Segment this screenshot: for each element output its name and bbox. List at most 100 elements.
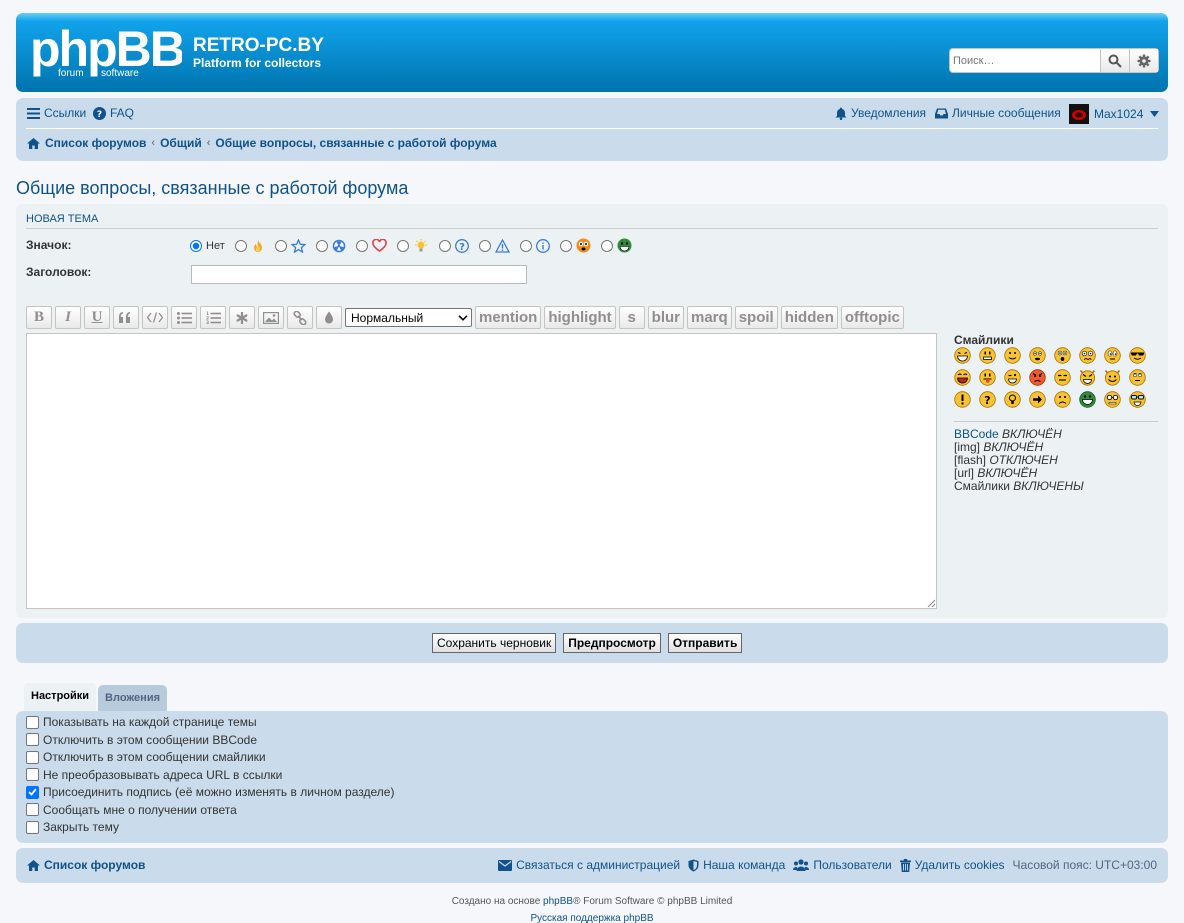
grin-smiley-icon[interactable] [979, 347, 996, 364]
save-draft-button[interactable]: Сохранить черновик [432, 633, 557, 653]
question-smiley-icon[interactable]: ? [979, 391, 996, 408]
user-menu[interactable]: Max1024 [1069, 104, 1160, 124]
icon-radio-star[interactable] [274, 239, 287, 252]
breadcrumb-index[interactable]: Список форумов [45, 136, 146, 150]
sad-smiley-icon[interactable] [1054, 391, 1071, 408]
icon-radio-none[interactable] [190, 239, 202, 252]
highlight-button[interactable]: highlight [544, 306, 616, 329]
footer-index-link[interactable]: Список форумов [27, 858, 145, 872]
option-attach-signature[interactable]: Присоединить подпись (её можно изменять … [26, 785, 394, 799]
font-size-select[interactable]: Нормальный [345, 308, 472, 327]
list-button[interactable] [171, 306, 197, 329]
color-button[interactable] [316, 306, 342, 329]
resize-handle-icon[interactable] [927, 599, 935, 607]
checkbox[interactable] [26, 715, 39, 729]
message-textarea[interactable] [26, 333, 937, 609]
icon-radio-radioactive[interactable] [315, 239, 328, 252]
search-input[interactable] [950, 49, 1100, 72]
icon-radio-question[interactable] [438, 239, 451, 252]
checkbox[interactable] [26, 750, 39, 764]
subject-input[interactable] [191, 265, 527, 284]
nav-notifications[interactable]: Уведомления [835, 106, 926, 120]
option-notify-reply[interactable]: Сообщать мне о получении ответа [26, 803, 394, 817]
phpbb-link[interactable]: phpBB [543, 896, 573, 907]
neutral-smiley-icon[interactable] [1054, 369, 1071, 386]
eyes-smiley-icon[interactable] [1104, 347, 1121, 364]
preview-button[interactable]: Предпросмотр [563, 633, 661, 653]
icon-radio-shocked[interactable] [559, 239, 572, 252]
icon-radio-grin[interactable] [600, 239, 613, 252]
search-button[interactable] [1100, 49, 1129, 72]
quote-button[interactable] [113, 306, 139, 329]
confused-smiley-icon[interactable] [1079, 347, 1096, 364]
checkbox[interactable] [26, 768, 39, 782]
evil-smiley-icon[interactable] [1079, 369, 1096, 386]
checkbox[interactable] [26, 820, 39, 834]
wink-smiley-icon[interactable] [1004, 369, 1021, 386]
checkbox[interactable] [26, 733, 39, 747]
icon-radio-heart[interactable] [355, 239, 368, 252]
italic-button[interactable]: I [55, 306, 81, 329]
marquee-button[interactable]: marq [687, 306, 732, 329]
offtopic-button[interactable]: offtopic [840, 306, 904, 329]
exclaim-smiley-icon[interactable] [954, 391, 971, 408]
shocked-smiley-icon[interactable] [1054, 347, 1071, 364]
option-disable-smilies[interactable]: Отключить в этом сообщении смайлики [26, 750, 394, 764]
smile-smiley-icon[interactable] [1004, 347, 1021, 364]
footer-members-link[interactable]: Пользователи [793, 858, 892, 872]
tab-attachments[interactable]: Вложения [98, 685, 168, 711]
bold-button[interactable]: B [26, 306, 52, 329]
icon-radio-fire[interactable] [234, 239, 247, 252]
checkbox[interactable] [26, 803, 39, 817]
code-button[interactable] [142, 306, 168, 329]
idea-smiley-icon[interactable] [1004, 391, 1021, 408]
site-title[interactable]: RETRO-PC.BY [193, 35, 324, 57]
footer-team-link[interactable]: Наша команда [688, 858, 785, 872]
geek-smiley-icon[interactable] [1104, 391, 1121, 408]
ordered-list-button[interactable]: 123 [200, 306, 226, 329]
bbcode-help-link[interactable]: BBCode [954, 427, 999, 441]
surprised-smiley-icon[interactable] [1029, 347, 1046, 364]
roll-eyes-smiley-icon[interactable] [1129, 369, 1146, 386]
nav-faq[interactable]: ? FAQ [93, 106, 134, 120]
mention-button[interactable]: mention [475, 306, 542, 329]
nav-links[interactable]: Ссылки [27, 106, 86, 120]
underline-button[interactable]: U [84, 306, 110, 329]
option-disable-magic-url[interactable]: Не преобразовывать адреса URL в ссылки [26, 768, 394, 782]
image-button[interactable] [258, 306, 284, 329]
submit-button[interactable]: Отправить [667, 633, 743, 653]
laugh-smiley-icon[interactable] [954, 347, 971, 364]
russian-support-link[interactable]: Русская поддержка phpBB [0, 913, 1184, 923]
breadcrumb-forum[interactable]: Общие вопросы, связанные с работой форум… [215, 136, 496, 150]
razz-smiley-icon[interactable] [979, 369, 996, 386]
tab-settings[interactable]: Настройки [24, 683, 97, 711]
link-button[interactable] [287, 306, 313, 329]
blur-button[interactable]: blur [647, 306, 684, 329]
page-title[interactable]: Общие вопросы, связанные с работой форум… [16, 178, 408, 199]
option-show-on-every-page[interactable]: Показывать на каждой странице темы [26, 715, 394, 729]
lol-smiley-icon[interactable] [954, 369, 971, 386]
icon-radio-info[interactable] [519, 239, 532, 252]
cool-smiley-icon[interactable] [1129, 347, 1146, 364]
green-grin-smiley-icon[interactable] [1079, 391, 1096, 408]
twisted-smiley-icon[interactable] [1104, 369, 1121, 386]
spoiler-button[interactable]: spoil [734, 306, 778, 329]
nav-private-messages[interactable]: Личные сообщения [935, 106, 1061, 120]
checkbox-checked[interactable] [26, 785, 39, 799]
footer-delete-cookies-link[interactable]: Удалить cookies [899, 858, 1005, 872]
arrow-smiley-icon[interactable] [1029, 391, 1046, 408]
advanced-search-button[interactable] [1129, 49, 1158, 72]
strike-button[interactable]: s [618, 306, 645, 329]
footer-contact-link[interactable]: Связаться с администрацией [498, 858, 680, 872]
home-icon [27, 859, 40, 871]
breadcrumb-general[interactable]: Общий [160, 136, 202, 150]
mad-smiley-icon[interactable] [1029, 369, 1046, 386]
list-item-button[interactable] [229, 306, 255, 329]
option-disable-bbcode[interactable]: Отключить в этом сообщении BBCode [26, 733, 394, 747]
option-lock-topic[interactable]: Закрыть тему [26, 820, 394, 834]
hidden-button[interactable]: hidden [780, 306, 838, 329]
phpbb-logo[interactable]: phpBB forum software [28, 26, 182, 78]
nerd-smiley-icon[interactable] [1129, 391, 1146, 408]
icon-radio-lightbulb[interactable] [396, 239, 409, 252]
icon-radio-warning[interactable] [478, 239, 491, 252]
